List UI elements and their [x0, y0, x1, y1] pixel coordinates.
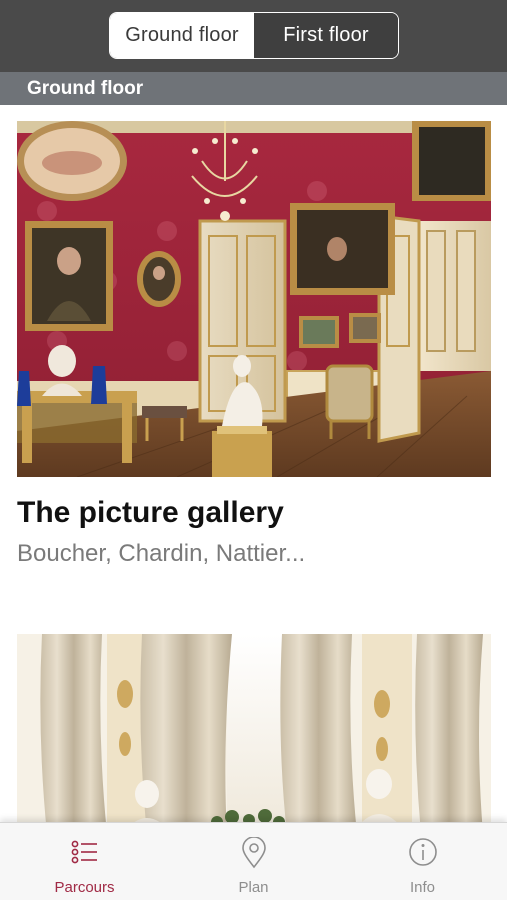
top-navigation-bar: Ground floor First floor [0, 0, 507, 72]
picture-gallery-photo[interactable] [17, 121, 491, 477]
tab-parcours[interactable]: Parcours [0, 823, 169, 900]
card-subtitle: Boucher, Chardin, Nattier... [17, 540, 306, 567]
tab-label-plan: Plan [238, 879, 269, 896]
info-icon [408, 838, 437, 866]
tab-plan[interactable]: Plan [169, 823, 338, 900]
floor-segmented-control: Ground floor First floor [109, 12, 399, 59]
salon-photo[interactable] [17, 634, 491, 834]
tab-label-info: Info [409, 879, 436, 896]
bottom-tab-bar: Parcours Plan Info [0, 822, 507, 900]
tab-info[interactable]: Info [338, 823, 507, 900]
segment-first-floor[interactable]: First floor [254, 13, 398, 58]
section-title: Ground floor [27, 77, 144, 99]
tab-label-parcours: Parcours [54, 879, 115, 896]
section-header: Ground floor [0, 72, 507, 105]
card-title[interactable]: The picture gallery [17, 496, 491, 530]
segment-ground-floor[interactable]: Ground floor [110, 13, 254, 58]
map-pin-icon [241, 837, 266, 869]
list-icon [71, 840, 97, 864]
